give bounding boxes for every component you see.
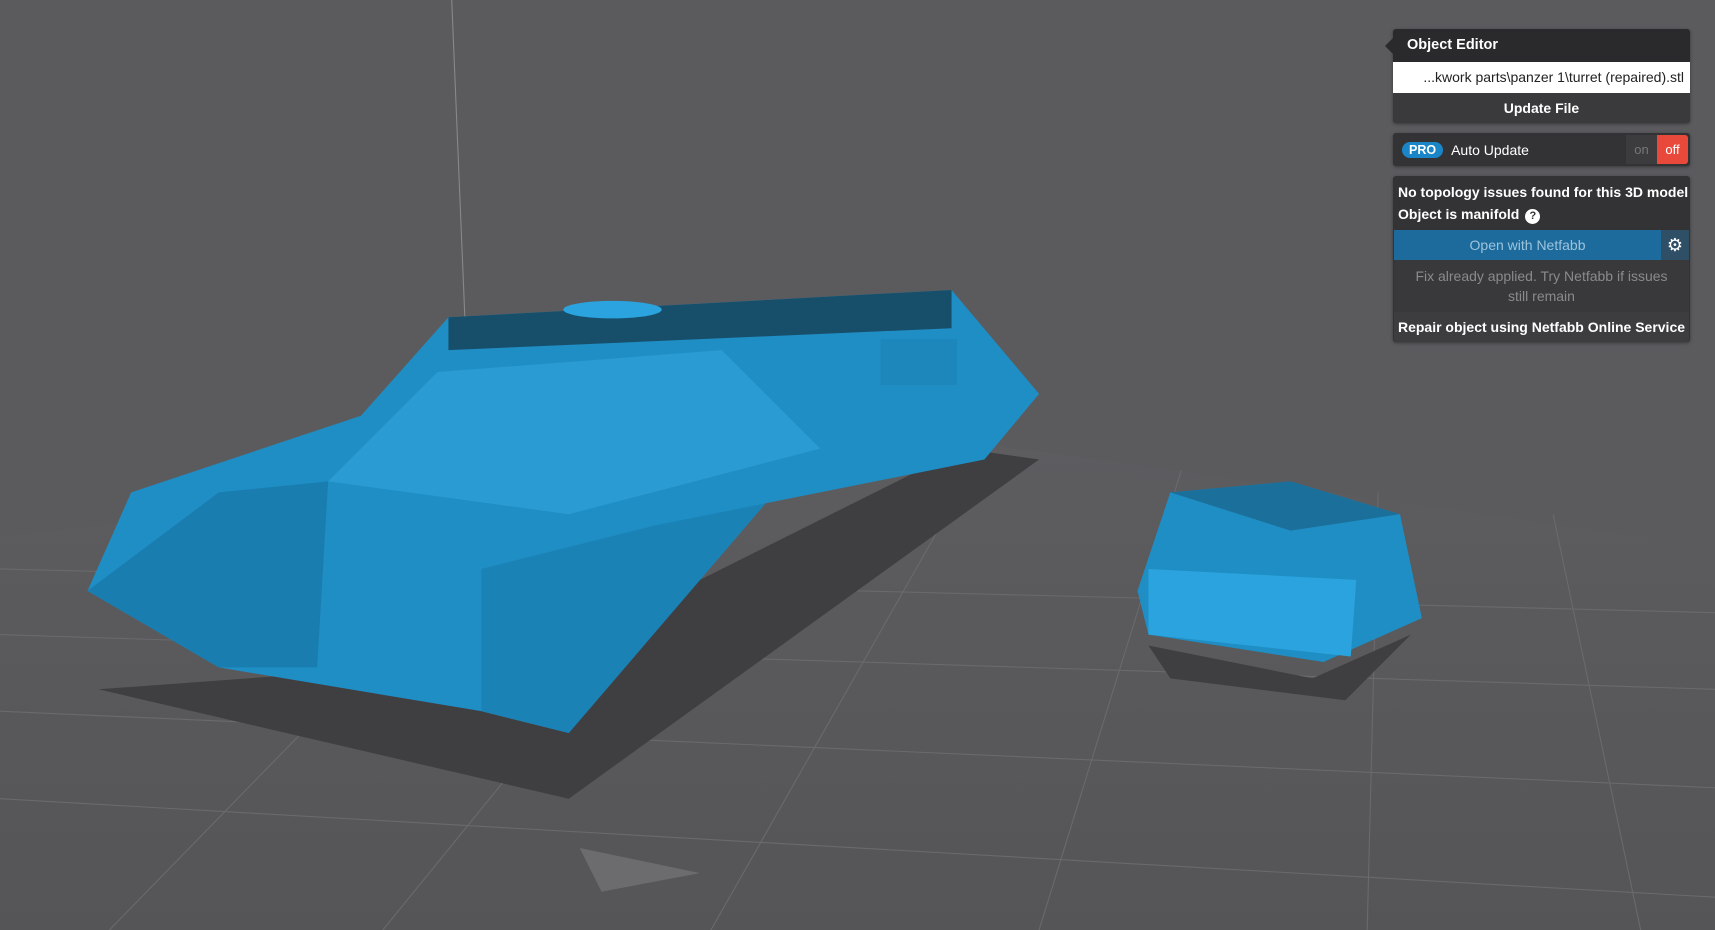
help-icon[interactable]: ? <box>1525 209 1541 224</box>
manifold-status: Object is manifold <box>1398 206 1520 222</box>
update-file-button[interactable]: Update File <box>1393 93 1690 123</box>
auto-update-label: Auto Update <box>1451 141 1529 158</box>
gear-icon[interactable]: ⚙ <box>1661 230 1689 260</box>
auto-update-toggle[interactable]: on off <box>1626 135 1688 164</box>
pro-badge: PRO <box>1402 141 1444 158</box>
auto-update-row: PRO Auto Update on off <box>1393 133 1690 166</box>
toggle-off[interactable]: off <box>1657 135 1688 164</box>
fix-note: Fix already applied. Try Netfabb if issu… <box>1394 260 1689 312</box>
toggle-on[interactable]: on <box>1626 135 1657 164</box>
object-editor-panel: Object Editor ...kwork parts\panzer 1\tu… <box>1385 29 1690 342</box>
panel-title: Object Editor <box>1385 29 1690 62</box>
turret-model[interactable] <box>1137 481 1422 662</box>
file-path-field[interactable]: ...kwork parts\panzer 1\turret (repaired… <box>1393 62 1690 93</box>
topology-status: No topology issues found for this 3D mod… <box>1398 184 1689 200</box>
repair-netfabb-button[interactable]: Repair object using Netfabb Online Servi… <box>1394 312 1689 342</box>
open-netfabb-button[interactable]: Open with Netfabb <box>1394 237 1661 253</box>
topology-status-box: No topology issues found for this 3D mod… <box>1393 176 1690 342</box>
